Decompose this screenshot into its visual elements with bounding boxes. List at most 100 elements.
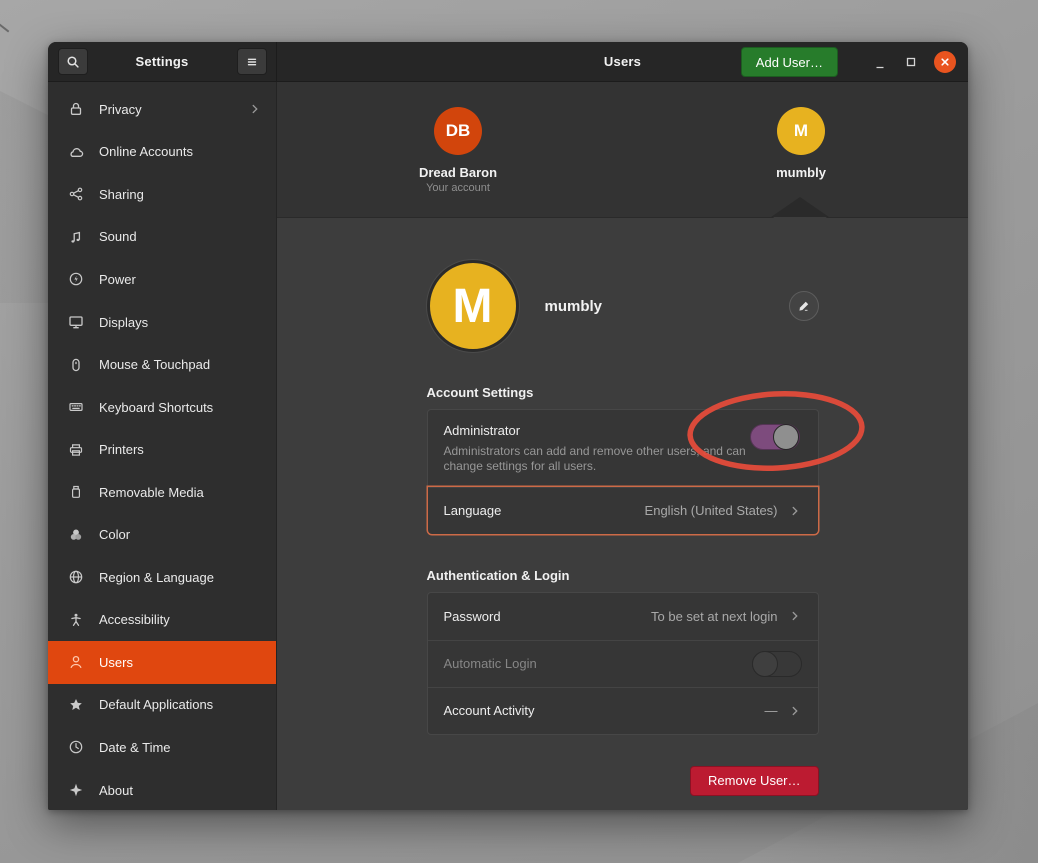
maximize-button[interactable] xyxy=(903,54,919,70)
sidebar-item-label: Color xyxy=(99,527,262,542)
share-icon xyxy=(68,186,84,202)
sidebar-item-label: Default Applications xyxy=(99,697,262,712)
sidebar-item-displays[interactable]: Displays xyxy=(48,301,276,344)
password-row[interactable]: Password To be set at next login xyxy=(428,593,818,640)
minimize-button[interactable] xyxy=(872,54,888,70)
sidebar-item-label: Displays xyxy=(99,315,262,330)
user-detail: M mumbly Account Settings Administrator … xyxy=(277,218,968,810)
headerbar-left: Settings xyxy=(48,42,277,81)
edit-name-button[interactable] xyxy=(789,291,819,321)
sidebar-item-privacy[interactable]: Privacy xyxy=(48,88,276,131)
account-name: Dread Baron xyxy=(378,165,538,180)
cloud-icon xyxy=(68,144,84,160)
users-panel: DB Dread Baron Your account M mumbly M m… xyxy=(277,82,968,810)
sidebar-item-label: Date & Time xyxy=(99,740,262,755)
sidebar-item-label: Users xyxy=(99,655,262,670)
sidebar-item-removable-media[interactable]: Removable Media xyxy=(48,471,276,514)
administrator-label: Administrator xyxy=(444,423,802,438)
account-chip-mumbly[interactable]: M mumbly xyxy=(721,107,881,180)
sidebar-item-date-time[interactable]: Date & Time xyxy=(48,726,276,769)
menu-button[interactable] xyxy=(237,48,267,75)
sidebar-item-about[interactable]: About xyxy=(48,769,276,810)
wallpaper-scratch xyxy=(0,24,9,33)
add-user-button[interactable]: Add User… xyxy=(741,47,838,77)
account-subtitle: Your account xyxy=(378,182,538,194)
language-row[interactable]: Language English (United States) xyxy=(428,487,818,534)
account-activity-label: Account Activity xyxy=(444,703,535,718)
section-heading-account-settings: Account Settings xyxy=(427,385,819,400)
account-chip-dread-baron[interactable]: DB Dread Baron Your account xyxy=(378,107,538,194)
removable-media-icon xyxy=(68,484,84,500)
sidebar-item-keyboard-shortcuts[interactable]: Keyboard Shortcuts xyxy=(48,386,276,429)
user-avatar[interactable]: M xyxy=(427,260,519,352)
music-note-icon xyxy=(68,229,84,245)
automatic-login-label: Automatic Login xyxy=(444,656,537,671)
account-settings-card: Administrator Administrators can add and… xyxy=(427,409,819,535)
sidebar-item-sharing[interactable]: Sharing xyxy=(48,173,276,216)
sparkle-icon xyxy=(68,782,84,798)
headerbar-right: Users Add User… xyxy=(277,42,968,81)
search-icon xyxy=(65,54,81,70)
sidebar-item-label: Accessibility xyxy=(99,612,262,627)
username: mumbly xyxy=(545,298,603,315)
administrator-row: Administrator Administrators can add and… xyxy=(428,410,818,487)
color-icon xyxy=(68,527,84,543)
sidebar-item-region-language[interactable]: Region & Language xyxy=(48,556,276,599)
pencil-icon xyxy=(797,299,811,313)
sidebar-item-sound[interactable]: Sound xyxy=(48,216,276,259)
sidebar-item-power[interactable]: Power xyxy=(48,258,276,301)
language-value: English (United States) xyxy=(645,503,778,518)
administrator-toggle[interactable] xyxy=(750,424,800,450)
sidebar-item-printers[interactable]: Printers xyxy=(48,428,276,471)
toggle-knob xyxy=(752,651,778,677)
chevron-right-icon xyxy=(788,504,802,518)
accessibility-icon xyxy=(68,612,84,628)
sidebar-item-label: Sharing xyxy=(99,187,262,202)
sidebar-item-label: Power xyxy=(99,272,262,287)
sidebar-item-label: Printers xyxy=(99,442,262,457)
administrator-description: Administrators can add and remove other … xyxy=(444,444,752,475)
automatic-login-toggle[interactable] xyxy=(752,651,802,677)
password-label: Password xyxy=(444,609,501,624)
power-icon xyxy=(68,271,84,287)
star-icon xyxy=(68,697,84,713)
sidebar-item-label: Mouse & Touchpad xyxy=(99,357,262,372)
selected-account-pointer xyxy=(773,199,827,218)
sidebar: Privacy Online Accounts Sharing Sound Po… xyxy=(48,82,277,810)
section-heading-authentication-login: Authentication & Login xyxy=(427,568,819,583)
sidebar-item-online-accounts[interactable]: Online Accounts xyxy=(48,131,276,174)
sidebar-item-default-applications[interactable]: Default Applications xyxy=(48,684,276,727)
search-button[interactable] xyxy=(58,48,88,75)
sidebar-item-mouse-touchpad[interactable]: Mouse & Touchpad xyxy=(48,343,276,386)
printer-icon xyxy=(68,442,84,458)
settings-window: Settings Users Add User… xyxy=(48,42,968,810)
account-activity-row[interactable]: Account Activity — xyxy=(428,687,818,734)
person-icon xyxy=(68,654,84,670)
sidebar-item-label: Sound xyxy=(99,229,262,244)
page-title: Users xyxy=(277,54,968,69)
sidebar-item-color[interactable]: Color xyxy=(48,513,276,556)
user-header: M mumbly xyxy=(427,260,819,352)
authentication-login-card: Password To be set at next login Automat… xyxy=(427,592,819,735)
sidebar-item-label: Removable Media xyxy=(99,485,262,500)
sidebar-item-label: Keyboard Shortcuts xyxy=(99,400,262,415)
lock-icon xyxy=(68,101,84,117)
globe-icon xyxy=(68,569,84,585)
remove-user-button[interactable]: Remove User… xyxy=(690,766,818,796)
minimize-icon xyxy=(874,58,886,70)
close-button[interactable] xyxy=(934,51,956,73)
sidebar-item-label: About xyxy=(99,783,262,798)
automatic-login-row: Automatic Login xyxy=(428,640,818,687)
toggle-knob xyxy=(773,424,799,450)
avatar: DB xyxy=(434,107,482,155)
sidebar-item-label: Online Accounts xyxy=(99,144,262,159)
avatar: M xyxy=(777,107,825,155)
sidebar-item-label: Privacy xyxy=(99,102,233,117)
chevron-right-icon xyxy=(788,704,802,718)
display-icon xyxy=(68,314,84,330)
chevron-right-icon xyxy=(788,609,802,623)
maximize-icon xyxy=(905,56,917,68)
sidebar-item-accessibility[interactable]: Accessibility xyxy=(48,599,276,642)
account-activity-value: — xyxy=(765,703,778,718)
sidebar-item-users[interactable]: Users xyxy=(48,641,276,684)
